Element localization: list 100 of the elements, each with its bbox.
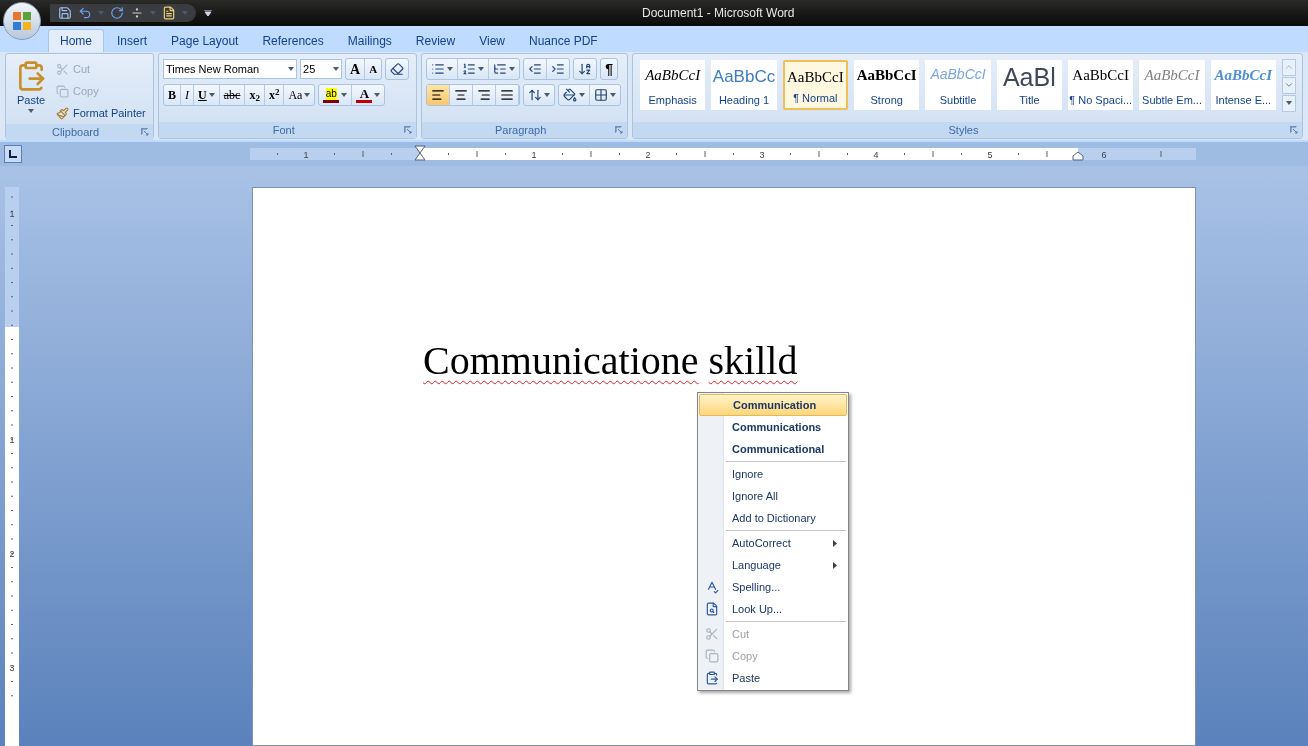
menu-item[interactable]: Communicational: [699, 438, 847, 460]
style-swatch[interactable]: AaBbCcI Emphasis: [640, 60, 706, 110]
copy-icon: [56, 84, 69, 98]
ribbon-tab[interactable]: Mailings: [336, 29, 403, 52]
align-button[interactable]: [427, 85, 451, 105]
dialog-launcher-icon[interactable]: [141, 128, 150, 136]
ribbon-tab[interactable]: Review: [404, 29, 467, 52]
search-icon: [705, 602, 719, 616]
dropdown-arrow-icon: [28, 108, 34, 113]
copy-icon: [705, 649, 719, 663]
style-swatch[interactable]: AaBbCcI Subtle Em...: [1139, 60, 1205, 110]
ribbon-tab[interactable]: Page Layout: [160, 29, 250, 52]
ribbon-tab[interactable]: View: [468, 29, 516, 52]
clipboard-button[interactable]: Format Painter: [56, 102, 146, 124]
grid-icon: [594, 88, 609, 102]
dropdown-arrow-icon: [544, 93, 551, 97]
ruler-number: 2: [9, 549, 15, 559]
format-button[interactable]: abc: [219, 85, 246, 105]
numbered-list-icon: [462, 62, 477, 76]
paintbrush-icon: [56, 106, 69, 120]
clipboard-icon: [705, 671, 719, 685]
tab-selector-button[interactable]: [4, 145, 22, 163]
tree-list-icon: [493, 62, 508, 76]
dialog-launcher-icon[interactable]: [615, 126, 623, 134]
document-text[interactable]: Communicatione skilld: [423, 338, 1195, 384]
spellcheck-icon: [705, 580, 719, 594]
dropdown-arrow-icon: [341, 93, 348, 97]
ribbon-tab[interactable]: References: [251, 29, 335, 52]
dropdown-arrow-icon: [150, 11, 156, 15]
ruler-number: 4: [873, 150, 879, 160]
chevron-down-icon: [1284, 80, 1294, 90]
text-align-icon: [477, 88, 492, 102]
ruler-number: 1: [303, 150, 309, 160]
format-button[interactable]: Aa: [284, 85, 315, 105]
menu-item[interactable]: Communication: [699, 394, 847, 416]
document-icon[interactable]: [162, 6, 176, 20]
save-icon[interactable]: [58, 6, 72, 20]
format-button[interactable]: B: [164, 85, 182, 105]
dropdown-arrow-icon: [478, 67, 485, 71]
dialog-launcher-icon[interactable]: [1290, 126, 1298, 134]
menu-item[interactable]: Spelling...: [699, 576, 847, 598]
dropdown-arrow-icon: [304, 93, 311, 97]
text-align-icon: [500, 88, 515, 102]
dropdown-arrow-icon: [610, 93, 617, 97]
font-size-field[interactable]: 25: [300, 59, 343, 79]
ribbon-tab[interactable]: Home: [48, 29, 104, 52]
dropdown-arrow-icon: [579, 93, 586, 97]
menu-item[interactable]: Communications: [699, 416, 847, 438]
shrink-font-button[interactable]: A: [365, 59, 382, 79]
menu-item[interactable]: Add to Dictionary: [699, 507, 847, 529]
paste-button[interactable]: Paste: [10, 58, 52, 124]
ruler-number: 1: [9, 209, 15, 219]
format-button[interactable]: x$_{2}$: [245, 85, 265, 105]
format-button[interactable]: U: [194, 85, 220, 105]
format-button[interactable]: x$^{2}$: [264, 85, 285, 105]
paint-bucket-icon: [563, 88, 578, 102]
indent-marker[interactable]: [414, 145, 426, 161]
menu-item[interactable]: Ignore All: [699, 485, 847, 507]
scissors-icon: [56, 62, 69, 76]
style-swatch[interactable]: AaBbCcI ¶ Normal: [782, 60, 849, 110]
right-indent-marker[interactable]: [1072, 151, 1084, 161]
group-label: Paragraph: [494, 122, 548, 138]
style-swatch[interactable]: AaBbCcI Subtitle: [925, 60, 991, 110]
dialog-launcher-icon[interactable]: [404, 126, 413, 134]
font-name-field[interactable]: Times New Roman: [163, 59, 298, 79]
highlight-button[interactable]: ab: [319, 85, 353, 105]
menu-item[interactable]: Look Up...: [699, 598, 847, 620]
more-styles-button[interactable]: [1282, 94, 1296, 112]
grow-font-button[interactable]: A: [346, 59, 366, 79]
format-button[interactable]: I: [181, 85, 195, 105]
chevron-up-icon: [1284, 62, 1294, 72]
font-color-button[interactable]: A: [352, 85, 385, 105]
sort-icon: [578, 62, 593, 76]
dropdown-arrow-icon: [333, 67, 340, 71]
style-swatch[interactable]: AaBbCcI ¶ No Spaci...: [1068, 60, 1134, 110]
ribbon-tab[interactable]: Insert: [106, 29, 159, 52]
style-swatch[interactable]: AaBbCcI Intense E...: [1210, 60, 1276, 110]
group-label: Font: [271, 122, 296, 138]
dropdown-arrow-icon: [182, 11, 188, 15]
ribbon-tab[interactable]: Nuance PDF: [517, 29, 609, 52]
customize-arrow-icon[interactable]: [204, 10, 212, 16]
menu-item[interactable]: Ignore: [699, 463, 847, 485]
style-swatch[interactable]: AaBbCcI Strong: [854, 60, 920, 110]
ruler-number: 5: [987, 150, 993, 160]
menu-item[interactable]: Paste: [699, 667, 847, 689]
equation-icon[interactable]: [130, 6, 144, 20]
bullet-list-icon: [431, 62, 446, 76]
dropdown-arrow-icon: [98, 11, 104, 15]
style-swatch[interactable]: AaBbCc Heading 1: [711, 60, 777, 110]
style-swatch[interactable]: AaBl Title: [996, 60, 1062, 110]
text-align-icon: [454, 88, 469, 102]
ruler-number: 6: [1101, 150, 1107, 160]
menu-item[interactable]: Language: [699, 554, 847, 576]
show-marks-button[interactable]: ¶: [601, 59, 618, 79]
undo-icon[interactable]: [78, 6, 92, 20]
dropdown-arrow-icon: [1286, 101, 1292, 105]
menu-item[interactable]: AutoCorrect: [699, 532, 847, 554]
dropdown-arrow-icon: [288, 67, 295, 71]
submenu-arrow-icon: [833, 539, 837, 547]
redo-icon[interactable]: [110, 6, 124, 20]
